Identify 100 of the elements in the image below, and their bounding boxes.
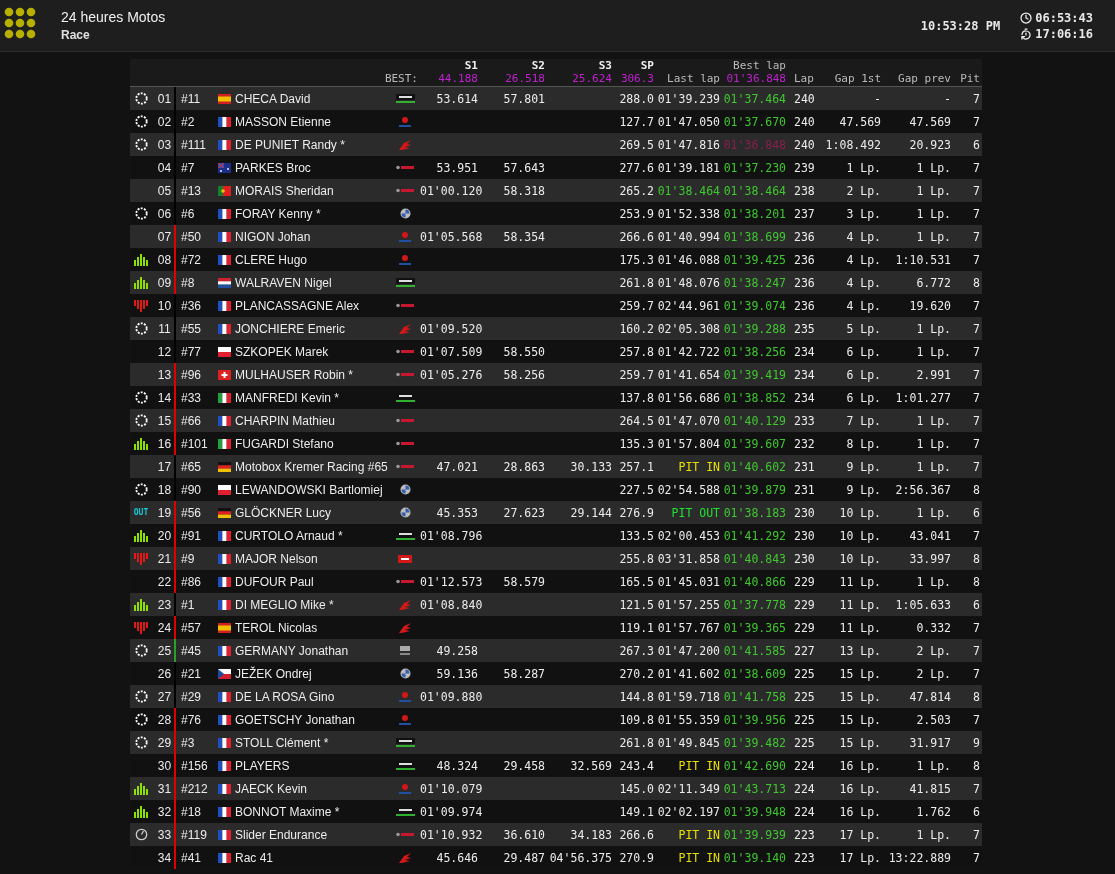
- table-cell-text: 234: [793, 390, 816, 405]
- flag-icon: [217, 392, 231, 403]
- table-cell-text: 133.5: [618, 528, 655, 543]
- flag-icon: [217, 507, 231, 518]
- table-cell-text: 1 Lp.: [915, 413, 952, 428]
- position: 08: [156, 252, 173, 267]
- table-row[interactable]: 15 #66 CHARPIN Mathieu 264.5 01'47.070 01'40.129 233 7 Lp. 1 Lp. 7: [130, 409, 982, 432]
- table-cell-text: 01'39.948: [722, 804, 787, 819]
- table-row[interactable]: 17 #65 Motobox Kremer Racing #65 47.021 28.863 30.133 257.1 PIT IN 01'40.602 231 9 Lp. 1 Lp. 7: [130, 455, 982, 478]
- table-cell-text: 01'38.609: [722, 666, 787, 681]
- table-row[interactable]: 09 #8 WALRAVEN Nigel 261.8 01'48.076 01'38.247 236 4 Lp. 6.772 8: [130, 271, 982, 294]
- table-row[interactable]: 31 #212 JAECK Kevin 01'10.079 145.0 02'11.349 01'43.713 224 16 Lp. 41.815 7: [130, 777, 982, 800]
- table-cell-text: 34.183: [569, 827, 613, 842]
- table-row[interactable]: 33 #119 Slider Endurance 01'10.932 36.610 34.183 266.6 PIT IN 01'39.939 223 17 Lp. 1 Lp. 7: [130, 823, 982, 846]
- flag-icon: [217, 760, 231, 771]
- table-cell-text: 28.863: [502, 459, 546, 474]
- rider-name: FUGARDI Stefano: [234, 436, 335, 451]
- table-cell-text: 48.324: [435, 758, 479, 773]
- table-row[interactable]: 13 #96 MULHAUSER Robin * 01'05.276 58.256 259.7 01'41.654 01'39.419 234 6 Lp. 2.991 7: [130, 363, 982, 386]
- rider-name: LEWANDOWSKI Bartlomiej: [234, 482, 384, 497]
- stripe-logo-icon: [395, 761, 415, 770]
- position: 27: [156, 689, 173, 704]
- clock-icon: [1020, 11, 1033, 24]
- stripe-logo-icon: [395, 807, 415, 816]
- best-value: 25.624: [571, 72, 613, 86]
- table-row[interactable]: 07 #50 NIGON Johan 01'05.568 58.354 266.6 01'40.994 01'38.699 236 4 Lp. 1 Lp. 7: [130, 225, 982, 248]
- rider-name: MANFREDI Kevin *: [234, 390, 341, 405]
- dotted-circle-icon: [134, 644, 148, 657]
- table-cell-text: 13:22.889: [887, 850, 952, 865]
- table-cell-text: 01'39.140: [722, 850, 787, 865]
- table-cell-text: 236: [793, 252, 816, 267]
- table-row[interactable]: 11 #55 JONCHIERE Emeric 01'09.520 160.2 02'05.308 01'39.288 235 5 Lp. 1 Lp. 7: [130, 317, 982, 340]
- position: 26: [156, 666, 173, 681]
- rider-name: PARKES Broc: [234, 160, 312, 175]
- column-header: Best lap: [732, 59, 787, 72]
- position: 04: [156, 160, 173, 175]
- bike-number: #90: [180, 482, 203, 497]
- table-row[interactable]: 03 #111 DE PUNIET Randy * 269.5 01'47.816 01'36.848 240 1:08.492 20.923 6: [130, 133, 982, 156]
- flag-icon: [217, 714, 231, 725]
- position: 33: [156, 827, 173, 842]
- best-value: 306.3: [619, 72, 655, 86]
- table-cell-text: 7: [972, 367, 981, 382]
- table-cell-text: 240: [793, 91, 816, 106]
- best-label: BEST:: [383, 72, 419, 86]
- table-cell-text: 53.614: [435, 91, 479, 106]
- table-cell-text: 1 Lp.: [915, 206, 952, 221]
- table-row[interactable]: 29 #3 STOLL Clément * 261.8 01'49.845 01'39.482 225 15 Lp. 31.917 9: [130, 731, 982, 754]
- wing-logo-icon: [398, 138, 412, 151]
- table-cell-text: 29.487: [502, 850, 546, 865]
- table-cell-text: 01'39.239: [656, 91, 721, 106]
- table-row[interactable]: 23 #1 DI MEGLIO Mike * 01'08.840 121.5 01'57.255 01'37.778 229 11 Lp. 1:05.633 6: [130, 593, 982, 616]
- table-cell-text: 259.7: [618, 298, 655, 313]
- flag-icon: [217, 461, 231, 472]
- table-row[interactable]: 21 #9 MAJOR Nelson 255.8 03'31.858 01'40.843 230 10 Lp. 33.997 8: [130, 547, 982, 570]
- table-cell: 01'05.276: [420, 367, 480, 382]
- position: 29: [156, 735, 173, 750]
- flag-icon: [217, 622, 231, 633]
- flag-icon: [217, 691, 231, 702]
- table-cell-text: 02'44.961: [656, 298, 721, 313]
- table-cell-text: 232: [793, 436, 816, 451]
- table-cell-text: PIT IN: [677, 850, 721, 865]
- table-cell-text: 144.8: [618, 689, 655, 704]
- table-cell-text: 01'55.359: [656, 712, 721, 727]
- bike-number: #96: [180, 367, 203, 382]
- table-cell-text: 8: [972, 689, 981, 704]
- rider-name: FORAY Kenny *: [234, 206, 322, 221]
- table-cell-text: 17 Lp.: [838, 827, 882, 842]
- table-cell-text: 135.3: [618, 436, 655, 451]
- table-row[interactable]: 01 #11 CHECA David 53.614 57.801 288.0 01'39.239 01'37.464 240 - - 7: [130, 87, 982, 110]
- table-cell-text: 8: [972, 482, 981, 497]
- table-cell: 01'07.509: [420, 344, 480, 359]
- table-cell-text: 243.4: [618, 758, 655, 773]
- table-cell-text: 1 Lp.: [915, 459, 952, 474]
- table-row[interactable]: 05 #13 MORAIS Sheridan 01'00.120 58.318 265.2 01'38.464 01'38.464 238 2 Lp. 1 Lp. 7: [130, 179, 982, 202]
- bike-number: #45: [180, 643, 203, 658]
- table-cell-text: 15 Lp.: [838, 735, 882, 750]
- table-row[interactable]: 27 #29 DE LA ROSA Gino 01'09.880 144.8 01'59.718 01'41.758 225 15 Lp. 47.814 8: [130, 685, 982, 708]
- table-cell-text: 15 Lp.: [838, 712, 882, 727]
- bike-number: #65: [180, 459, 203, 474]
- table-cell-text: 01'39.288: [722, 321, 787, 336]
- dot-logo-icon: [398, 230, 412, 243]
- table-cell-text: 264.5: [618, 413, 655, 428]
- table-cell-text: 01'38.201: [722, 206, 787, 221]
- table-cell-text: 41.815: [908, 781, 952, 796]
- table-cell-text: 253.9: [618, 206, 655, 221]
- table-cell-text: 233: [793, 413, 816, 428]
- rising-bars-icon: [134, 253, 148, 266]
- table-row[interactable]: 25 #45 GERMANY Jonathan 49.258 267.3 01'47.200 01'41.585 227 13 Lp. 2 Lp. 7: [130, 639, 982, 662]
- wordmark-logo-icon: [396, 372, 414, 377]
- column-header: Gap prev: [897, 72, 952, 86]
- table-cell-text: 1 Lp.: [845, 160, 882, 175]
- table-cell-text: 261.8: [618, 275, 655, 290]
- bike-number: #56: [180, 505, 203, 520]
- table-row[interactable]: OUT 19 #56 GLÖCKNER Lucy 45.353 27.623 29.144 276.9 PIT OUT 01'38.183 230 10 Lp. 1 Lp. 6: [130, 501, 982, 524]
- rider-name: MULHAUSER Robin *: [234, 367, 355, 382]
- table-cell-text: 01'42.722: [656, 344, 721, 359]
- table-cell-text: 236: [793, 229, 816, 244]
- table-cell-text: 255.8: [618, 551, 655, 566]
- table-cell-text: 01'59.718: [656, 689, 721, 704]
- table-cell-text: 01'57.255: [656, 597, 721, 612]
